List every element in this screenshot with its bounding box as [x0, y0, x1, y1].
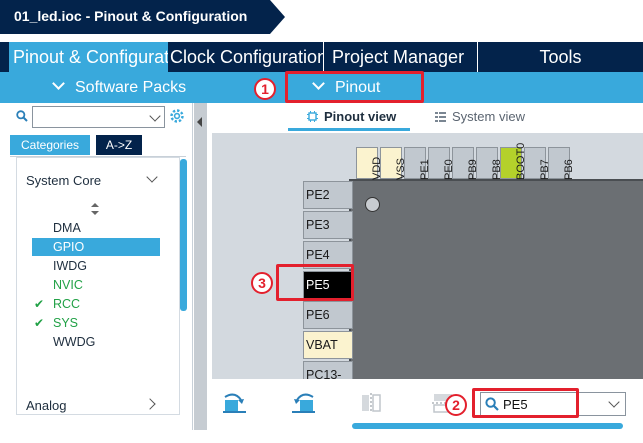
- software-packs-menu[interactable]: Software Packs: [52, 72, 187, 103]
- analog-header[interactable]: Analog: [26, 398, 66, 413]
- list-item-label: DMA: [53, 221, 81, 235]
- top-pin-pb9[interactable]: PB9: [452, 147, 479, 180]
- top-pin-pb6[interactable]: PB6: [548, 147, 575, 180]
- software-packs-label: Software Packs: [75, 79, 187, 96]
- tab-project-manager[interactable]: Project Manager: [323, 42, 477, 72]
- panel-splitter[interactable]: [194, 103, 207, 430]
- component-panel: Categories A->Z System Core DMA GPIO IWD…: [10, 103, 193, 430]
- categories-toggle[interactable]: Categories: [10, 135, 90, 155]
- annotation-marker-2: 2: [445, 394, 467, 416]
- top-pin-pb7[interactable]: PB7: [524, 147, 551, 180]
- annotation-box-pinout: [285, 71, 424, 103]
- main-tab-bar: Pinout & Configuration Clock Configurati…: [0, 42, 643, 72]
- list-item-label: IWDG: [53, 259, 88, 273]
- list-item-sys[interactable]: ✔ SYS: [32, 314, 160, 332]
- list-item-iwdg[interactable]: IWDG: [32, 257, 160, 275]
- left-pin-pc13[interactable]: PC13-: [303, 361, 353, 379]
- breadcrumb[interactable]: 01_led.ioc - Pinout & Configuration: [0, 0, 285, 34]
- gear-icon[interactable]: [168, 107, 186, 125]
- top-pin-pb8[interactable]: PB8: [476, 147, 503, 180]
- search-icon: [16, 110, 28, 122]
- chevron-down-icon: [52, 77, 65, 90]
- a-to-z-toggle[interactable]: A->Z: [96, 135, 142, 155]
- list-item-label: RCC: [53, 297, 81, 311]
- tab-clock-configuration[interactable]: Clock Configuration: [168, 42, 323, 72]
- checkmark-icon: ✔: [34, 297, 45, 311]
- top-pin-boot0[interactable]: BOOT0: [500, 143, 527, 180]
- chip-canvas[interactable]: VDD VSS PE1 PE0 PB9 PB8 BOOT0 PB7 PB6 PE…: [212, 133, 643, 379]
- annotation-box-pe5: [276, 264, 354, 301]
- sort-icon[interactable]: [91, 203, 99, 215]
- annotation-marker-3: 3: [251, 272, 273, 294]
- list-item-label: SYS: [53, 316, 79, 330]
- stm32cubemx-window: 01_led.ioc - Pinout & Configuration Pino…: [0, 0, 643, 443]
- pinout-panel: Pinout view System view VDD VSS PE1 PE0 …: [207, 103, 643, 430]
- canvas-horizontal-scrollbar[interactable]: [352, 423, 623, 429]
- rotate-left-icon[interactable]: [290, 391, 316, 415]
- category-list-scrollbar[interactable]: [180, 159, 187, 311]
- pin-label: PB6: [563, 159, 575, 180]
- list-item-dma[interactable]: DMA: [32, 219, 160, 237]
- annotation-box-search: [472, 388, 579, 418]
- left-pin-pe3[interactable]: PE3: [303, 211, 353, 239]
- system-core-header[interactable]: System Core: [26, 173, 101, 188]
- left-pin-pe2[interactable]: PE2: [303, 181, 353, 209]
- chevron-down-icon[interactable]: [608, 396, 620, 408]
- list-item-rcc[interactable]: ✔ RCC: [32, 295, 160, 313]
- list-item-label: NVIC: [53, 278, 83, 292]
- top-pin-pe1[interactable]: PE1: [404, 147, 431, 180]
- mcu-package: [349, 179, 643, 379]
- list-item-label: GPIO: [53, 240, 85, 254]
- top-pin-vss[interactable]: VSS: [380, 147, 407, 180]
- tab-system-view[interactable]: System view: [435, 106, 525, 128]
- tab-tools[interactable]: Tools: [477, 42, 643, 72]
- collapse-left-icon[interactable]: [197, 117, 202, 127]
- tab-pinout-configuration[interactable]: Pinout & Configuration: [9, 42, 168, 72]
- system-core-label: System Core: [26, 173, 102, 188]
- chevron-down-icon[interactable]: [149, 110, 161, 122]
- system-view-label: System view: [452, 109, 525, 124]
- list-item-label: WWDG: [53, 335, 96, 349]
- annotation-marker-1: 1: [254, 78, 276, 100]
- top-pin-pe0[interactable]: PE0: [428, 147, 455, 180]
- list-item-nvic[interactable]: NVIC: [32, 276, 160, 294]
- top-pin-vdd[interactable]: VDD: [356, 147, 383, 180]
- checkmark-icon: ✔: [34, 316, 45, 330]
- rotate-right-icon[interactable]: [222, 391, 248, 415]
- tab-pinout-view[interactable]: Pinout view: [307, 106, 396, 128]
- pin-1-marker: [365, 197, 380, 212]
- breadcrumb-title: 01_led.ioc - Pinout & Configuration: [14, 8, 248, 24]
- status-strip: [0, 430, 643, 443]
- title-bar: 01_led.ioc - Pinout & Configuration: [0, 0, 643, 34]
- grid-icon: [435, 112, 446, 122]
- list-item-gpio[interactable]: GPIO: [32, 238, 160, 256]
- active-tab-indicator: [288, 128, 410, 131]
- analog-label: Analog: [26, 398, 67, 413]
- flip-vertical-icon: [362, 393, 381, 413]
- left-pin-vbat[interactable]: VBAT: [303, 331, 353, 359]
- pinout-view-label: Pinout view: [324, 109, 397, 124]
- component-filter-input[interactable]: [32, 106, 165, 128]
- left-pin-pe6[interactable]: PE6: [303, 301, 353, 329]
- list-item-wwdg[interactable]: WWDG: [32, 333, 160, 351]
- chip-icon: [307, 111, 318, 122]
